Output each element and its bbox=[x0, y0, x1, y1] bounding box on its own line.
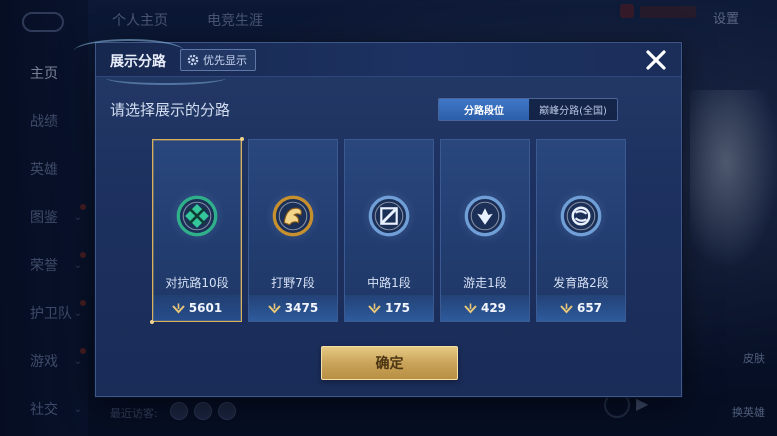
dialog-header: 展示分路 优先显示 bbox=[74, 39, 681, 85]
lane-display-dialog: 展示分路 优先显示 请选择展示的分路 分路段位 巅峰分路(全国) 对抗路10段 5… bbox=[74, 39, 682, 397]
lane-card-list: 对抗路10段 5601 打野7段 3475 中路1段 175 游走1段 429 发育路2段 657 bbox=[150, 137, 626, 324]
lane-rank-name: 打野7段 bbox=[271, 276, 315, 290]
toggle-peak-lane-national[interactable]: 巅峰分路(全国) bbox=[529, 99, 617, 120]
score-bar: 175 bbox=[345, 295, 433, 321]
lane-rank-name: 游走1段 bbox=[463, 276, 507, 290]
select-lane-prompt: 请选择展示的分路 bbox=[110, 101, 231, 119]
lane-rank-name: 中路1段 bbox=[367, 276, 411, 290]
lane-card[interactable]: 打野7段 3475 bbox=[248, 139, 338, 322]
score-bar: 657 bbox=[537, 295, 625, 321]
shield-emblem-icon bbox=[553, 188, 609, 244]
lane-card[interactable]: 中路1段 175 bbox=[344, 139, 434, 322]
lane-score: 429 bbox=[480, 301, 507, 315]
lane-card[interactable]: 对抗路10段 5601 bbox=[150, 137, 244, 324]
lane-score: 657 bbox=[576, 301, 603, 315]
lane-card[interactable]: 发育路2段 657 bbox=[536, 139, 626, 322]
score-chevron-icon bbox=[172, 303, 185, 313]
sword-cross-emblem-icon bbox=[169, 188, 225, 244]
close-button[interactable] bbox=[643, 47, 669, 73]
priority-display-label: 优先显示 bbox=[203, 54, 247, 67]
toggle-lane-rank[interactable]: 分路段位 bbox=[439, 99, 529, 120]
score-bar: 3475 bbox=[249, 295, 337, 321]
lane-mode-toggle: 分路段位 巅峰分路(全国) bbox=[438, 98, 618, 121]
score-chevron-icon bbox=[268, 303, 281, 313]
lane-score: 175 bbox=[384, 301, 411, 315]
score-bar: 5601 bbox=[153, 295, 241, 321]
slash-emblem-icon bbox=[361, 188, 417, 244]
gear-icon bbox=[187, 54, 199, 66]
priority-display-button[interactable]: 优先显示 bbox=[180, 49, 256, 71]
score-bar: 429 bbox=[441, 295, 529, 321]
lane-rank-name: 发育路2段 bbox=[553, 276, 609, 290]
wings-emblem-icon bbox=[457, 188, 513, 244]
confirm-button[interactable]: 确定 bbox=[321, 346, 458, 380]
score-chevron-icon bbox=[560, 303, 573, 313]
lane-rank-name: 对抗路10段 bbox=[165, 276, 229, 290]
lane-score: 5601 bbox=[188, 301, 223, 315]
dialog-title: 展示分路 bbox=[110, 54, 166, 70]
score-chevron-icon bbox=[464, 303, 477, 313]
lane-card[interactable]: 游走1段 429 bbox=[440, 139, 530, 322]
header-ornament bbox=[106, 71, 226, 85]
close-icon bbox=[646, 50, 666, 70]
score-chevron-icon bbox=[368, 303, 381, 313]
lane-score: 3475 bbox=[284, 301, 319, 315]
dragon-emblem-icon bbox=[265, 188, 321, 244]
selection-corner bbox=[240, 137, 244, 141]
